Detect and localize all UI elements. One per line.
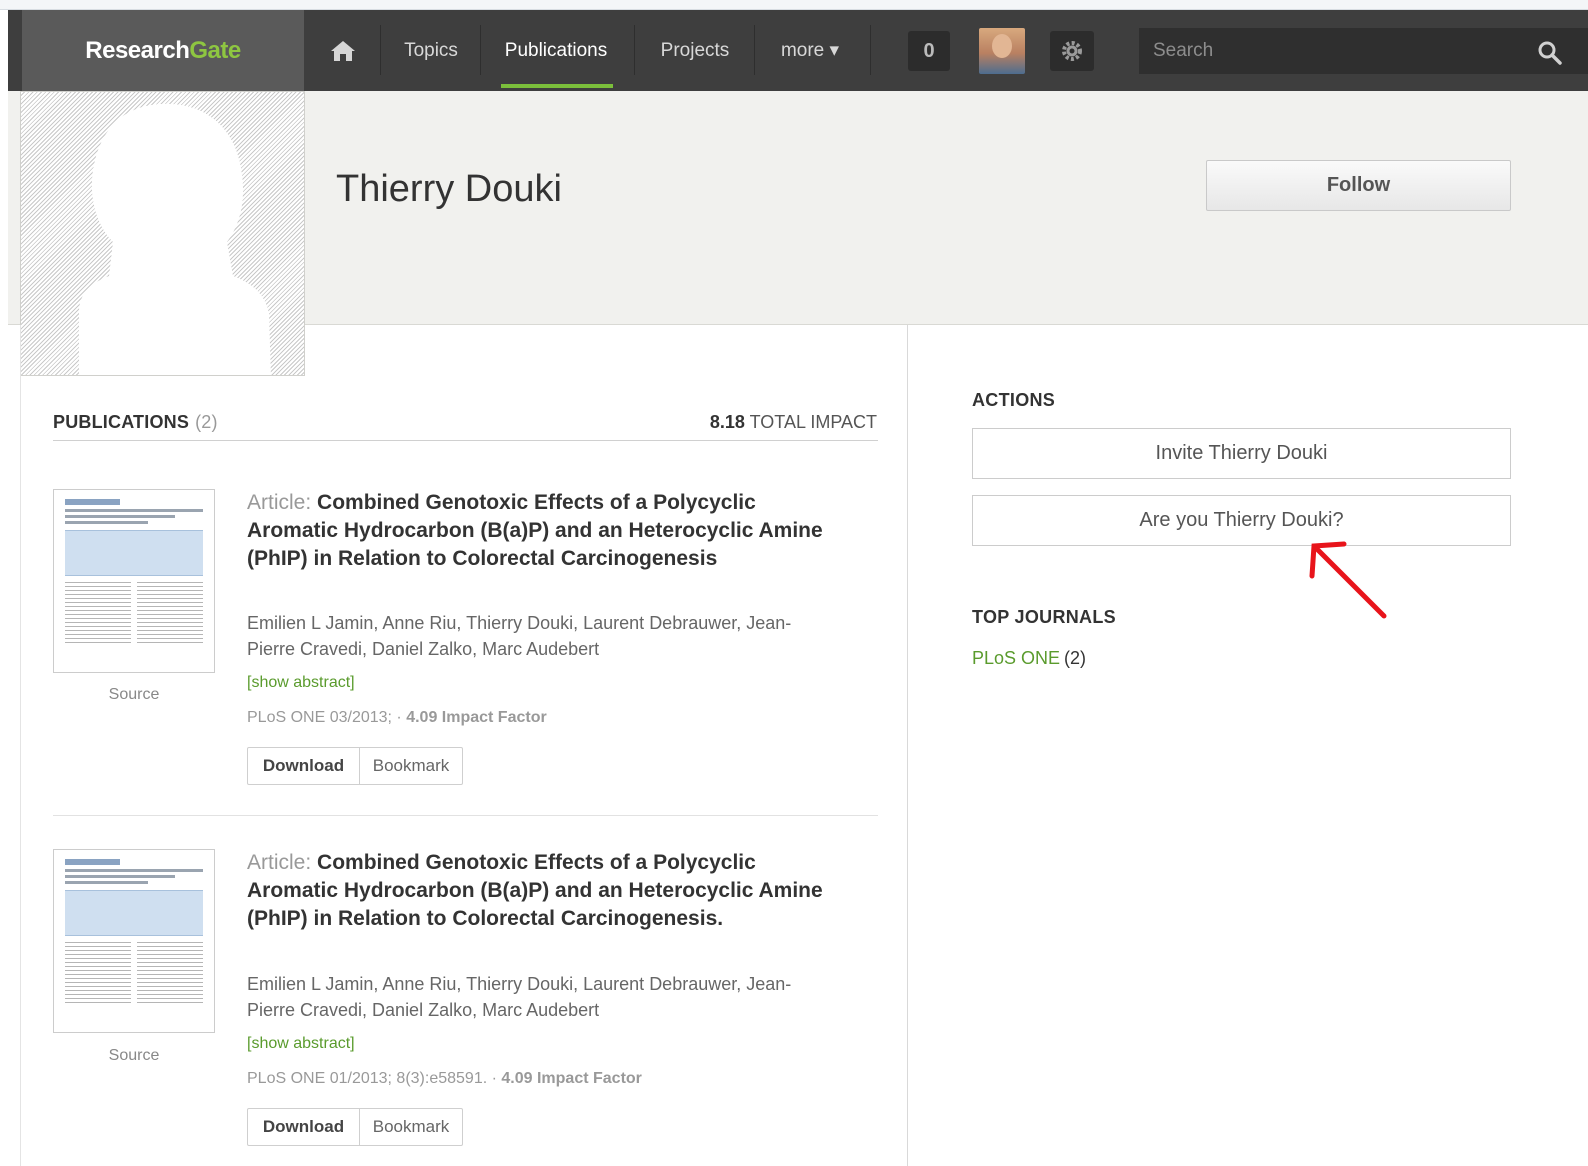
nav-separator	[634, 25, 635, 75]
nav-projects[interactable]: Projects	[640, 10, 750, 91]
divider	[53, 440, 878, 441]
publication-authors: Emilien L Jamin, Anne Riu, Thierry Douki…	[247, 974, 792, 1020]
show-abstract-link[interactable]: [show abstract]	[247, 674, 355, 692]
search-box	[1139, 28, 1588, 74]
notifications-badge[interactable]: 0	[908, 31, 950, 71]
search-input[interactable]	[1139, 28, 1529, 74]
logo-text: ResearchGate	[85, 36, 241, 64]
publications-column: PUBLICATIONS (2) 8.18 TOTAL IMPACT Source…	[20, 325, 908, 1166]
claim-profile-button[interactable]: Are you Thierry Douki?	[972, 495, 1511, 546]
home-icon[interactable]	[326, 36, 360, 66]
journal-item: PLoS ONE (2)	[972, 648, 1086, 669]
profile-name: Thierry Douki	[336, 168, 562, 210]
show-abstract-link[interactable]: [show abstract]	[247, 1035, 355, 1053]
publication-title[interactable]: Article: Combined Genotoxic Effects of a…	[247, 489, 847, 573]
bookmark-button[interactable]: Bookmark	[360, 748, 462, 784]
nav-separator	[380, 25, 381, 75]
nav-separator	[480, 25, 481, 75]
actions-heading: ACTIONS	[972, 390, 1056, 410]
user-avatar[interactable]	[979, 28, 1025, 74]
nav-separator	[870, 25, 871, 75]
nav-topics[interactable]: Topics	[386, 10, 476, 91]
bookmark-button[interactable]: Bookmark	[360, 1109, 462, 1145]
publication-title[interactable]: Article: Combined Genotoxic Effects of a…	[247, 849, 847, 933]
journal-count: (2)	[1064, 648, 1087, 668]
publication-meta: PLoS ONE 01/2013; 8(3):e58591. · 4.09 Im…	[247, 1070, 642, 1087]
active-tab-indicator	[501, 84, 613, 88]
publication-actions: Download Bookmark	[247, 747, 463, 785]
top-journals-heading: TOP JOURNALS	[972, 607, 1116, 627]
publications-heading: PUBLICATIONS (2)	[53, 412, 218, 432]
red-arrow-annotation	[1309, 541, 1387, 619]
nav-publications[interactable]: Publications	[486, 10, 626, 91]
source-label[interactable]: Source	[53, 1047, 215, 1065]
search-icon[interactable]	[1537, 40, 1563, 66]
source-label[interactable]: Source	[53, 686, 215, 704]
gear-icon[interactable]	[1050, 31, 1094, 71]
invite-button[interactable]: Invite Thierry Douki	[972, 428, 1511, 479]
download-button[interactable]: Download	[248, 748, 360, 784]
publication-thumbnail[interactable]	[53, 489, 215, 673]
top-navigation-bar: ResearchGate Topics Publications Project…	[8, 10, 1588, 91]
publication-thumbnail[interactable]	[53, 849, 215, 1033]
publication-actions: Download Bookmark	[247, 1108, 463, 1146]
top-strip	[0, 0, 1588, 10]
download-button[interactable]: Download	[248, 1109, 360, 1145]
divider	[53, 815, 878, 816]
nav-more-dropdown[interactable]: more ▾	[760, 10, 860, 91]
journal-link[interactable]: PLoS ONE	[972, 648, 1060, 668]
publication-authors: Emilien L Jamin, Anne Riu, Thierry Douki…	[247, 613, 792, 659]
publication-meta: PLoS ONE 03/2013; · 4.09 Impact Factor	[247, 709, 547, 726]
total-impact: 8.18 TOTAL IMPACT	[709, 412, 877, 432]
follow-button[interactable]: Follow	[1206, 160, 1511, 211]
nav-separator	[754, 25, 755, 75]
publications-count: (2)	[195, 412, 218, 432]
researchgate-logo[interactable]: ResearchGate	[22, 10, 304, 91]
